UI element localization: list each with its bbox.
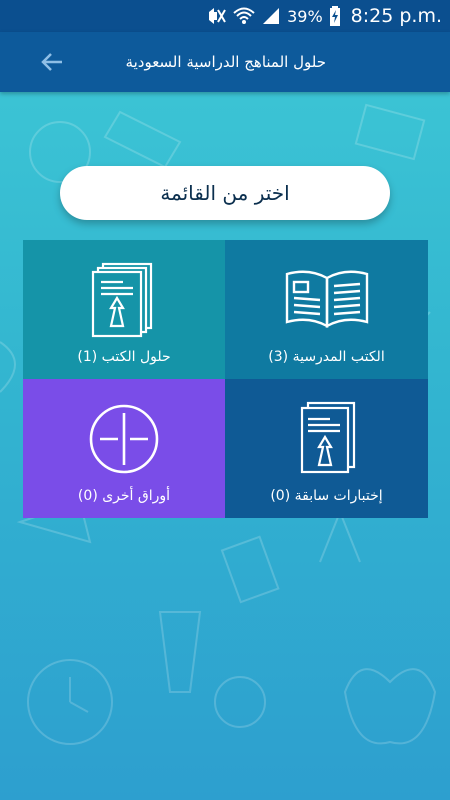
tile-label: الكتب المدرسية (3) [268,349,385,365]
app-bar: حلول المناهج الدراسية السعودية [0,32,450,92]
back-button[interactable] [36,46,68,78]
battery-charging-icon [329,6,341,26]
signal-icon [261,7,281,25]
tile-label: حلول الكتب (1) [77,349,171,365]
tile-other-papers[interactable]: أوراق أخرى (0) [23,379,225,518]
mute-icon [207,7,227,25]
open-book-icon [285,270,368,329]
exam-papers-icon [300,401,355,474]
arrow-left-icon [41,53,62,71]
tile-textbooks[interactable]: الكتب المدرسية (3) [225,240,428,379]
clock: 8:25 p.m. [350,5,442,27]
choose-from-menu-prompt[interactable]: اختر من القائمة [60,166,390,220]
menu-grid: حلول الكتب (1) الكتب المدرسية (3) أوراق … [23,240,428,518]
tile-book-solutions[interactable]: حلول الكتب (1) [23,240,225,379]
tile-label: إختبارات سابقة (0) [270,488,383,504]
wifi-icon [233,7,255,25]
book-solution-icon [91,262,153,338]
circle-cross-icon [89,404,159,474]
tile-previous-exams[interactable]: إختبارات سابقة (0) [225,379,428,518]
tile-label: أوراق أخرى (0) [77,488,171,504]
status-bar: 39% 8:25 p.m. [0,0,450,32]
battery-percent: 39% [287,6,323,26]
page-title: حلول المناهج الدراسية السعودية [125,53,326,71]
